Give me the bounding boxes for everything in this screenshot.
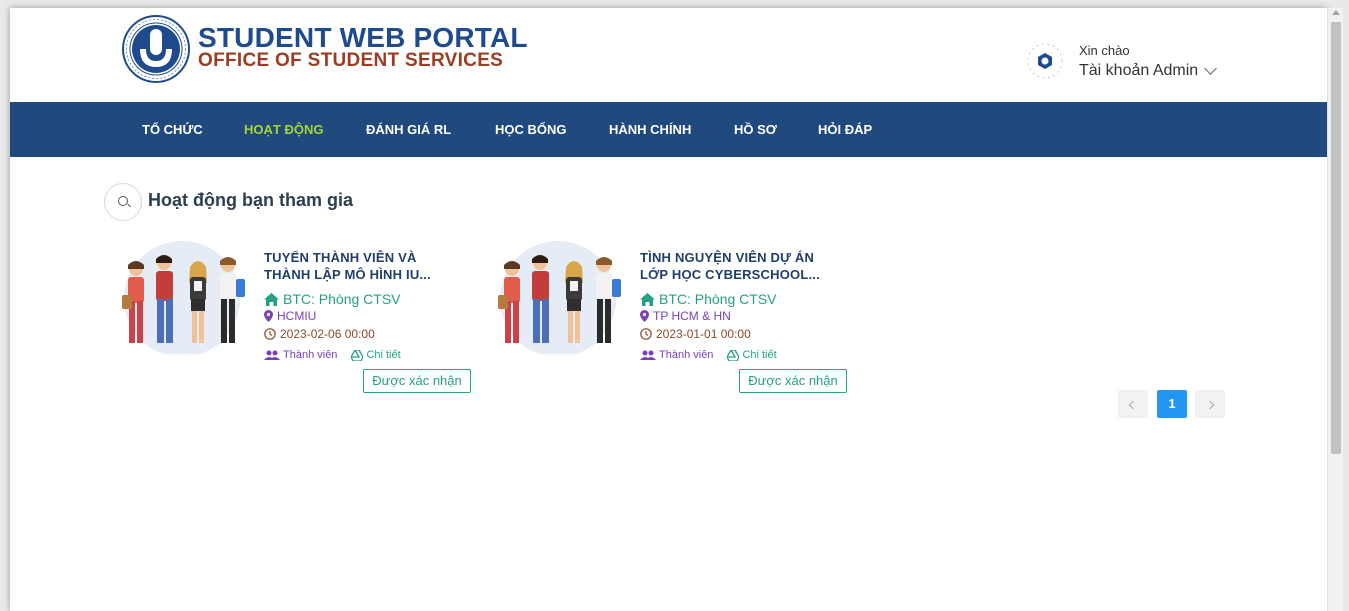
nav-item-hoi-dap[interactable]: HỎI ĐÁP — [818, 122, 872, 137]
university-seal-logo[interactable] — [122, 15, 190, 83]
students-illustration — [498, 241, 621, 354]
site-header: STUDENT WEB PORTAL OFFICE OF STUDENT SER… — [10, 8, 1327, 102]
users-icon — [640, 350, 656, 360]
brand-title: STUDENT WEB PORTAL — [198, 22, 528, 53]
details-link[interactable]: Chi tiết — [351, 349, 401, 361]
activity-organizer: BTC: Phòng CTSV — [640, 291, 777, 307]
clock-icon — [264, 328, 276, 340]
account-dropdown[interactable]: Tài khoản Admin — [1079, 62, 1218, 80]
home-icon — [640, 292, 655, 306]
activity-organizer: BTC: Phòng CTSV — [264, 291, 401, 307]
students-illustration — [122, 241, 245, 354]
nav-item-ho-so[interactable]: HỒ SƠ — [734, 122, 777, 137]
nav-item-danh-gia-rl[interactable]: ĐÁNH GIÁ RL — [366, 122, 451, 137]
browser-frame: STUDENT WEB PORTAL OFFICE OF STUDENT SER… — [10, 8, 1327, 611]
nav-item-hoat-dong[interactable]: HOẠT ĐỘNG — [244, 122, 323, 137]
drive-icon — [351, 349, 364, 361]
map-pin-icon — [640, 310, 649, 322]
activity-card: TÌNH NGUYỆN VIÊN DỰ ÁN LỚP HỌC CYBERSCHO… — [490, 239, 850, 399]
scroll-up-icon[interactable] — [1332, 10, 1340, 15]
account-label: Tài khoản Admin — [1079, 62, 1199, 79]
activity-title[interactable]: TÌNH NGUYỆN VIÊN DỰ ÁN LỚP HỌC CYBERSCHO… — [640, 249, 840, 283]
main-nav: TỔ CHỨC HOẠT ĐỘNG ĐÁNH GIÁ RL HỌC BỔNG H… — [10, 102, 1327, 157]
users-icon — [264, 350, 280, 360]
activity-datetime: 2023-01-01 00:00 — [640, 327, 751, 341]
status-badge: Được xác nhận — [363, 369, 471, 393]
pagination-next-button[interactable] — [1195, 390, 1225, 418]
nav-item-to-chuc[interactable]: TỔ CHỨC — [142, 122, 203, 137]
activity-links: Thành viên Chi tiết — [640, 349, 777, 361]
details-link[interactable]: Chi tiết — [727, 349, 777, 361]
chevron-left-icon — [1128, 400, 1138, 410]
pagination-prev-button[interactable] — [1118, 390, 1148, 418]
members-link[interactable]: Thành viên — [264, 349, 337, 361]
scrollbar-thumb[interactable] — [1331, 22, 1341, 454]
chevron-down-icon — [1204, 62, 1218, 75]
activity-card: TUYỂN THÀNH VIÊN VÀ THÀNH LẬP MÔ HÌNH IU… — [114, 239, 474, 399]
brand-subtitle: OFFICE OF STUDENT SERVICES — [198, 50, 504, 71]
user-avatar-gear-icon[interactable] — [1025, 41, 1065, 81]
activity-location: HCMIU — [264, 309, 316, 323]
activity-datetime: 2023-02-06 00:00 — [264, 327, 375, 341]
nav-item-hanh-chinh[interactable]: HÀNH CHÍNH — [609, 122, 691, 137]
drive-icon — [727, 349, 740, 361]
nav-item-hoc-bong[interactable]: HỌC BỔNG — [495, 122, 567, 137]
vertical-scrollbar[interactable] — [1327, 8, 1343, 611]
section-title: Hoạt động bạn tham gia — [148, 190, 353, 210]
home-icon — [264, 292, 279, 306]
members-link[interactable]: Thành viên — [640, 349, 713, 361]
activity-location: TP HCM & HN — [640, 309, 731, 323]
pagination-page-button[interactable]: 1 — [1157, 390, 1187, 418]
status-badge: Được xác nhận — [739, 369, 847, 393]
activity-links: Thành viên Chi tiết — [264, 349, 401, 361]
search-button[interactable] — [104, 183, 142, 221]
activity-title[interactable]: TUYỂN THÀNH VIÊN VÀ THÀNH LẬP MÔ HÌNH IU… — [264, 249, 464, 283]
clock-icon — [640, 328, 652, 340]
chevron-right-icon — [1205, 400, 1215, 410]
greeting-text: Xin chào — [1079, 43, 1130, 58]
map-pin-icon — [264, 310, 273, 322]
